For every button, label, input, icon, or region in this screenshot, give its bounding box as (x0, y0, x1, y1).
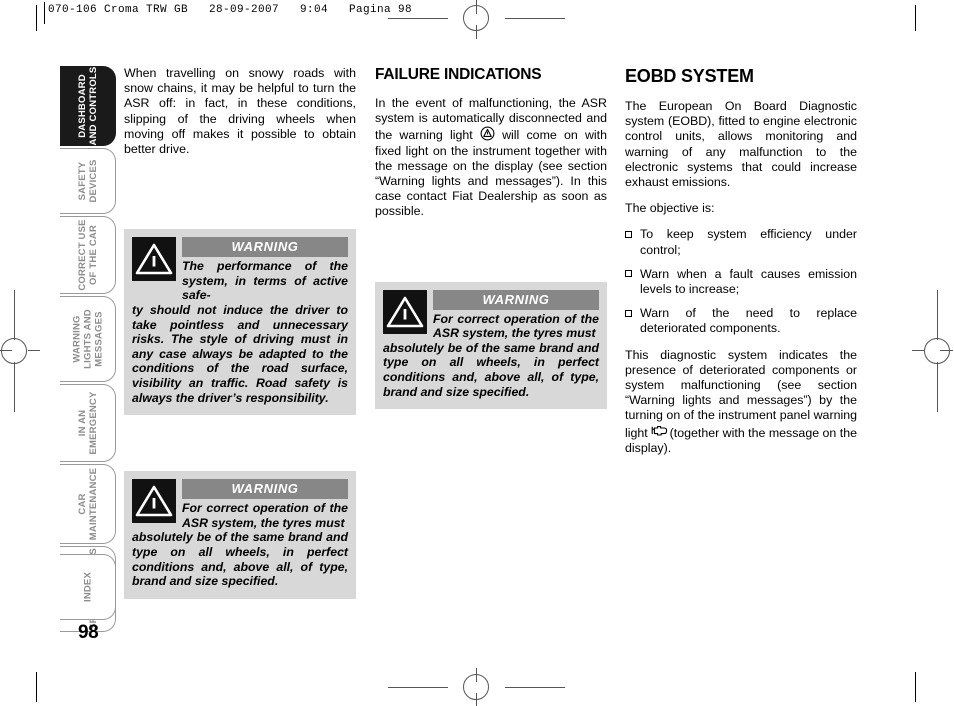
tab-label-dashboard-and-controls: DASHBOARD AND CONTROLS (76, 66, 99, 146)
warning-box-text-lead: The performance of the system, in terms … (182, 259, 348, 303)
tab-label-in-an-emergency: IN AN EMERGENCY (76, 391, 99, 455)
tab-label-car-maintenance: CAR MAINTENANCE (76, 467, 99, 541)
list-item: To keep system efficiency under control; (625, 227, 857, 257)
sidebar-item-correct-use-of-the-car[interactable]: CORRECT USE OF THE CAR (60, 216, 116, 294)
warning-triangle-icon (132, 479, 176, 524)
print-slug: 070-106 Croma TRW GB 28-09-2007 9:04 Pag… (48, 4, 413, 16)
square-bullet-icon (625, 309, 632, 317)
column-3-paragraph-1: The European On Board Diagnostic system … (625, 99, 857, 190)
column-2-paragraph-1: In the event of malfunctioning, the ASR … (375, 96, 607, 220)
warning-box-text-rest: absolutely be of the same brand and type… (132, 530, 348, 589)
square-bullet-icon (625, 270, 632, 278)
sidebar-item-index-tab[interactable]: INDEX (60, 554, 116, 620)
sidebar-item-warning-lights-and-messages[interactable]: WARNING LIGHTS AND MESSAGES (60, 296, 116, 382)
warning-box-asr-tyres-col1: WARNING For correct operation of the ASR… (124, 471, 356, 599)
list-item-label: Warn when a fault causes emission levels… (640, 266, 857, 297)
section-heading-failure-indications: FAILURE INDICATIONS (375, 66, 542, 83)
text-column-1: When travelling on snowy roads with snow… (124, 66, 356, 599)
list-item-label: Warn of the need to replace deteriorated… (640, 306, 857, 336)
eobd-objectives-list: To keep system efficiency under control;… (625, 227, 857, 336)
asr-warning-light-icon (480, 126, 495, 141)
warning-box-asr-tyres-col2: WARNING For correct operation of the ASR… (375, 281, 607, 410)
trim-rule-bottom-left (36, 672, 37, 702)
sidebar-item-car-maintenance[interactable]: CAR MAINTENANCE (60, 464, 116, 544)
warning-box-text-rest: ty should not induce the driver to take … (132, 303, 348, 405)
warning-triangle-icon (132, 237, 176, 282)
section-heading-eobd-system: EOBD SYSTEM (625, 66, 754, 86)
sidebar-item-dashboard-and-controls[interactable]: DASHBOARD AND CONTROLS (60, 66, 116, 146)
text-column-2: FAILURE INDICATIONS In the event of malf… (375, 66, 607, 410)
warning-box-title: WARNING (433, 289, 599, 310)
warning-box-text-lead: For correct operation of the ASR system,… (433, 311, 599, 341)
tab-label-safety-devices: SAFETY DEVICES (76, 159, 99, 203)
warning-triangle-icon (383, 289, 427, 334)
trim-rule-bottom-right (915, 672, 916, 702)
trim-rule-top-left (36, 5, 37, 31)
list-item: Warn of the need to replace deteriorated… (625, 306, 857, 336)
trim-rule-top-right (915, 5, 916, 31)
column-3-paragraph-2: The objective is: (625, 201, 715, 216)
page-number: 98 (78, 622, 99, 643)
warning-box-text-lead: For correct operation of the ASR system,… (182, 501, 348, 530)
sidebar-item-safety-devices[interactable]: SAFETY DEVICES (60, 148, 116, 214)
slug-divider (44, 2, 45, 24)
warning-box-performance: WARNING The performance of the system, i… (124, 229, 356, 416)
list-item: Warn when a fault causes emission levels… (625, 267, 857, 297)
list-item-label: To keep system efficiency under control; (640, 227, 857, 257)
tab-label-correct-use-of-the-car: CORRECT USE OF THE CAR (76, 219, 99, 291)
column-1-paragraph-1: When travelling on snowy roads with snow… (124, 66, 356, 157)
warning-box-title: WARNING (182, 479, 348, 500)
tab-label-index: INDEX (82, 571, 93, 603)
chapter-tab-strip: DASHBOARD AND CONTROLS SAFETY DEVICES CO… (60, 66, 116, 632)
warning-box-title: WARNING (182, 237, 348, 258)
check-engine-eobd-icon (651, 424, 668, 439)
column-3-paragraph-3: This diagnostic system indicates the pre… (625, 348, 857, 456)
sidebar-item-in-an-emergency[interactable]: IN AN EMERGENCY (60, 384, 116, 462)
text-column-3: EOBD SYSTEM The European On Board Diagno… (625, 66, 857, 456)
square-bullet-icon (625, 230, 632, 238)
tab-label-warning-lights-and-messages: WARNING LIGHTS AND MESSAGES (71, 309, 104, 369)
warning-box-text-rest: absolutely be of the same brand and type… (383, 340, 599, 399)
